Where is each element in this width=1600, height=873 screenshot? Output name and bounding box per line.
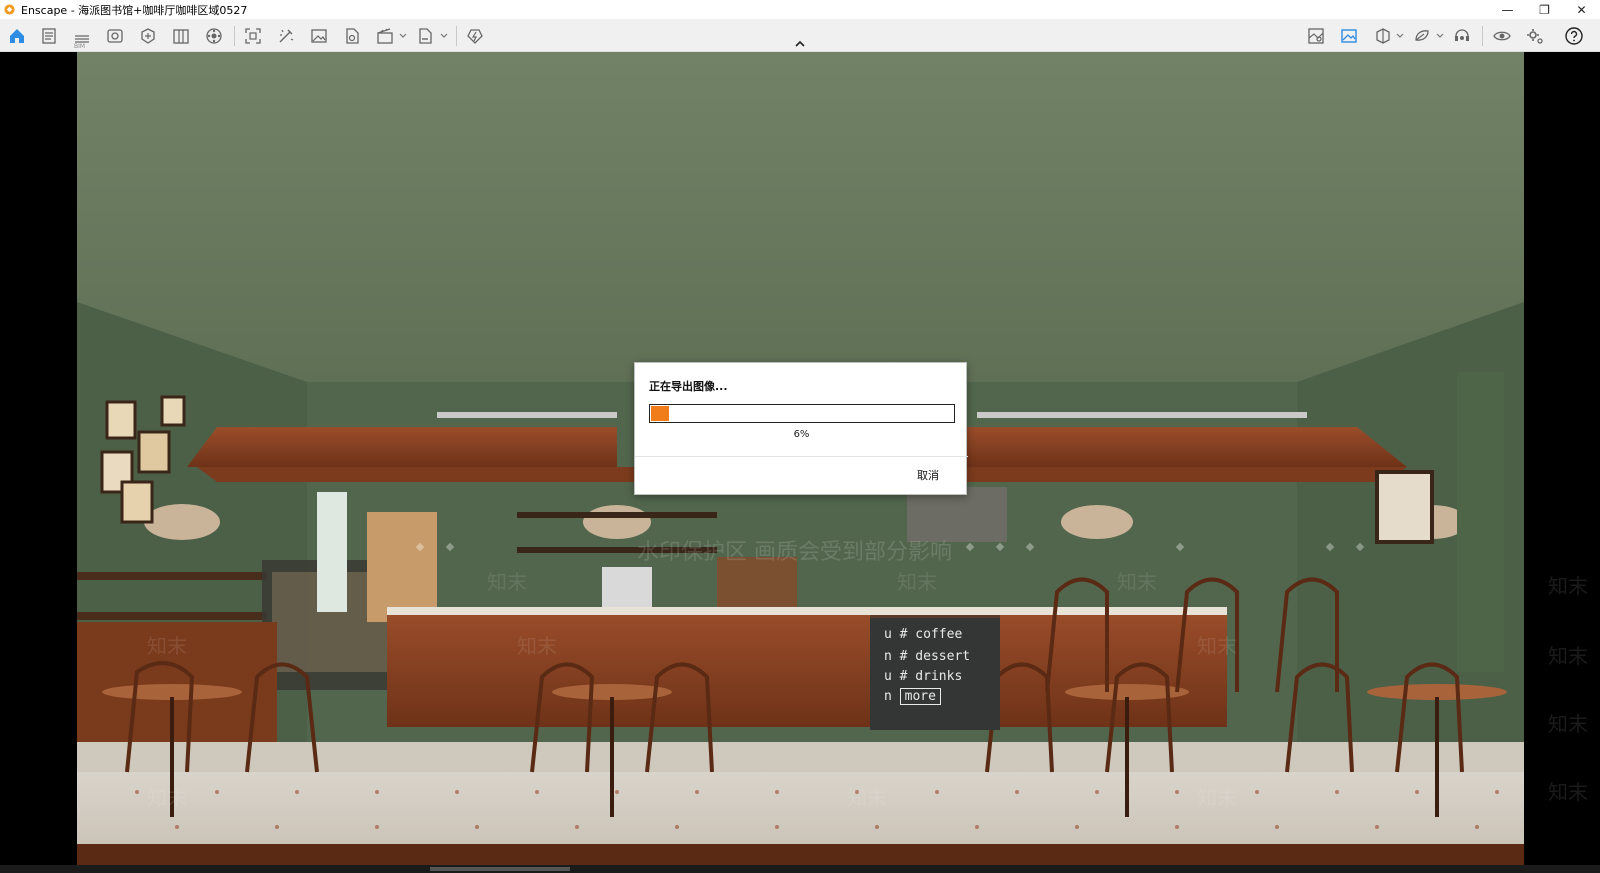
dialog-divider (635, 456, 968, 457)
material-editor-icon (173, 29, 189, 44)
menu-more-prefix: n (884, 689, 892, 704)
visual-settings-icon (107, 29, 123, 43)
minimize-button[interactable]: — (1489, 0, 1526, 19)
watermark-brand: 知末 (1548, 574, 1588, 598)
home-icon (10, 29, 24, 43)
chevron-down-icon[interactable] (1436, 32, 1444, 40)
progress-bar-fill (651, 406, 669, 421)
menu-line: u # coffee (884, 627, 963, 642)
chevron-down-icon[interactable] (1396, 32, 1404, 40)
batch-render-button[interactable] (275, 25, 297, 47)
menu-line: u # drinks (884, 669, 963, 684)
capture-icon (245, 28, 261, 44)
cancel-button[interactable]: 取消 (917, 467, 939, 483)
atmosphere-button[interactable] (203, 25, 225, 47)
watermark-brand: 知末 (1197, 634, 1237, 658)
close-button[interactable]: ✕ (1563, 0, 1600, 19)
toolbar-separator (234, 26, 235, 46)
material-editor-button[interactable] (170, 25, 192, 47)
view-modes-button[interactable] (1372, 25, 1394, 47)
bim-label: BIM (74, 43, 86, 50)
enscape-logo-icon (4, 4, 15, 15)
restore-button[interactable]: ❐ (1526, 0, 1563, 19)
watermark-brand: 知末 (847, 786, 887, 810)
image-view-button[interactable] (1338, 25, 1360, 47)
watermark-brand: 知末 (517, 634, 557, 658)
menu-line-more: n more (884, 688, 941, 705)
visibility-button[interactable] (1491, 25, 1513, 47)
upload-icon (467, 29, 483, 44)
window-controls: — ❐ ✕ (1489, 0, 1600, 19)
video-editor-button[interactable] (374, 25, 396, 47)
panorama-icon (346, 28, 359, 44)
watermark-brand: 知末 (487, 570, 527, 594)
toolbar-separator (456, 26, 457, 46)
assets-button[interactable] (137, 25, 159, 47)
vr-button[interactable] (1411, 25, 1433, 47)
minimap-button[interactable] (1305, 25, 1327, 47)
watermark-brand: 知末 (1117, 570, 1157, 594)
watermark-brand: 知末 (147, 786, 187, 810)
minimap-icon (1308, 28, 1324, 44)
capture-button[interactable] (242, 25, 264, 47)
export-progress-dialog: 正在导出图像... 6% 取消 (634, 362, 968, 495)
watermark-brand: 知末 (1548, 712, 1588, 736)
video-editor-icon (377, 28, 393, 44)
toolbar-separator (1482, 26, 1483, 46)
view-modes-icon (1376, 28, 1390, 44)
views-icon (42, 28, 56, 44)
watermark-brand: 知末 (1548, 780, 1588, 804)
scrollbar-thumb[interactable] (430, 867, 570, 871)
chevron-down-icon[interactable] (440, 32, 448, 40)
viewport-scrollbar[interactable] (0, 865, 1600, 873)
collaboration-button[interactable] (1451, 25, 1473, 47)
watermark-brand: 知末 (147, 634, 187, 658)
batch-render-icon (279, 29, 294, 43)
watermark-brand: 知末 (1197, 786, 1237, 810)
progress-percent: 6% (793, 429, 810, 440)
visual-settings-button[interactable] (104, 25, 126, 47)
views-button[interactable] (38, 25, 60, 47)
panorama-button[interactable] (341, 25, 363, 47)
settings-icon (1527, 29, 1543, 44)
screenshot-button[interactable] (308, 25, 330, 47)
export-icon (419, 28, 432, 44)
visibility-icon (1493, 31, 1511, 41)
window-title: Enscape - 海派图书馆+咖啡厅咖啡区域0527 (21, 3, 248, 17)
enscape-toolbar: BIM (0, 19, 1600, 52)
progress-bar (649, 404, 955, 423)
help-button[interactable] (1563, 25, 1585, 47)
dialog-title: 正在导出图像... (649, 380, 728, 393)
help-icon (1565, 27, 1583, 45)
atmosphere-icon (206, 28, 222, 44)
title-bar: Enscape - 海派图书馆+咖啡厅咖啡区域0527 — ❐ ✕ (0, 0, 1600, 19)
menu-line: n # dessert (884, 649, 971, 664)
chevron-down-icon[interactable] (399, 32, 407, 40)
upload-button[interactable] (464, 25, 486, 47)
settings-button[interactable] (1524, 25, 1546, 47)
chevron-up-icon[interactable] (794, 40, 806, 48)
assets-icon (141, 28, 155, 44)
menu-more-label: more (899, 688, 941, 705)
image-view-icon (1341, 29, 1357, 43)
export-button[interactable] (414, 25, 436, 47)
screenshot-icon (311, 29, 327, 43)
home-button[interactable] (6, 25, 28, 47)
vr-icon (1415, 30, 1429, 41)
collaboration-icon (1455, 29, 1469, 41)
watermark-banner: 水印保护区 画质会受到部分影响 (637, 540, 952, 565)
watermark-brand: 知末 (897, 570, 937, 594)
watermark-brand: 知末 (1548, 644, 1588, 668)
chalk-menu-board: u # coffee n # dessert u # drinks n more (870, 615, 1000, 730)
